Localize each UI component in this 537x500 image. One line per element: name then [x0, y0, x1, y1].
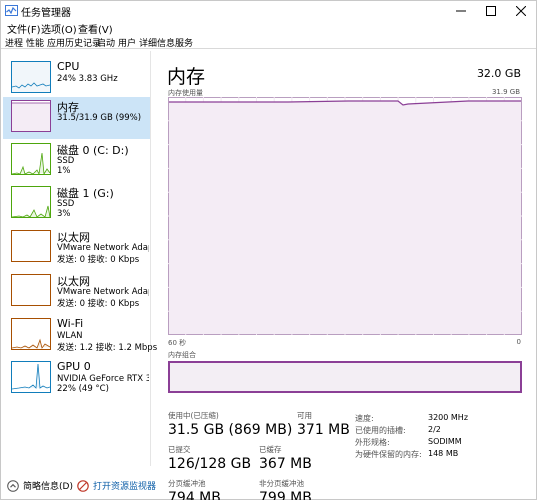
cpu-thumbnail-graph	[11, 61, 51, 93]
fewer-details-label: 简略信息(D)	[23, 482, 73, 492]
sidebar-item-disk0[interactable]: 磁盘 0 (C: D:) SSD 1%	[3, 140, 150, 182]
sidebar-item-detail: SSD	[57, 199, 75, 209]
sidebar-item-wifi[interactable]: Wi-Fi WLAN 发送: 1.2 接收: 1.2 Mbps	[3, 315, 157, 357]
stat-value: 31.5 GB (869 MB)	[168, 422, 293, 438]
sidebar-item-usage: 发送: 0 接收: 0 Kbps	[57, 299, 140, 309]
detail-value: 148 MB	[428, 449, 459, 458]
sidebar-item-ethernet-1[interactable]: 以太网 VMware Network Adap... 发送: 0 接收: 0 K…	[3, 227, 150, 269]
detail-label: 速度:	[355, 414, 374, 423]
task-manager-icon	[5, 5, 18, 16]
sidebar-item-name: Wi-Fi	[57, 317, 84, 330]
sidebar-item-memory[interactable]: 内存 31.5/31.9 GB (99%)	[3, 97, 150, 139]
resource-monitor-icon	[77, 479, 89, 492]
footer-bar: 简略信息(D) 打开资源监视器	[1, 473, 536, 497]
detail-value: SODIMM	[428, 437, 462, 446]
resource-sidebar: CPU 24% 3.83 GHz 内存 31.5/31.9 GB (99%) 磁…	[1, 51, 157, 466]
sidebar-item-name: CPU	[57, 60, 80, 73]
sidebar-item-ethernet-2[interactable]: 以太网 VMware Network Adap... 发送: 0 接收: 0 K…	[3, 271, 150, 313]
sidebar-item-detail: SSD	[57, 156, 75, 166]
detail-label: 已使用的插槽:	[355, 426, 406, 435]
sidebar-item-usage: 发送: 0 接收: 0 Kbps	[57, 255, 140, 265]
page-title: 内存	[167, 66, 206, 88]
stat-label: 已缓存	[259, 445, 282, 454]
stat-value: 367 MB	[259, 456, 312, 472]
usage-chart-max: 31.9 GB	[491, 88, 520, 96]
close-icon	[516, 6, 526, 16]
sidebar-item-name: GPU 0	[57, 360, 91, 373]
gpu-thumbnail-graph	[11, 361, 51, 393]
window-title: 任务管理器	[21, 8, 71, 19]
sidebar-item-detail: VMware Network Adap...	[57, 243, 149, 253]
detail-value: 2/2	[428, 425, 441, 434]
memory-usage-area	[169, 101, 521, 334]
sidebar-item-detail: 24% 3.83 GHz	[57, 74, 118, 84]
sidebar-item-usage: 22% (49 °C)	[57, 384, 109, 394]
tab-startup[interactable]: 启动	[97, 36, 115, 49]
stat-label: 可用	[297, 411, 312, 420]
chevron-up-icon	[7, 479, 19, 492]
stat-available: 可用 371 MB	[297, 410, 350, 438]
detail-value: 3200 MHz	[428, 413, 469, 422]
sidebar-item-detail: 31.5/31.9 GB (99%)	[57, 113, 142, 123]
sidebar-item-detail: NVIDIA GeForce RTX 30...	[57, 374, 149, 384]
memory-thumbnail-graph	[11, 100, 51, 132]
wifi-thumbnail-graph	[11, 318, 51, 350]
close-button[interactable]	[503, 1, 537, 21]
stat-label: 已提交	[168, 445, 191, 454]
maximize-icon	[486, 6, 496, 16]
composition-label: 内存组合	[168, 351, 196, 359]
memory-detail-panel: 内存 32.0 GB 内存使用量 31.9 GB 60 秒 0 内存组合 使用中…	[151, 51, 536, 500]
stat-value: 371 MB	[297, 422, 350, 438]
sidebar-item-usage: 1%	[57, 166, 71, 176]
tab-details[interactable]: 详细信息	[139, 36, 175, 49]
title-bar: 任务管理器	[1, 1, 536, 21]
detail-label: 为硬件保留的内存:	[355, 450, 422, 459]
sidebar-item-cpu[interactable]: CPU 24% 3.83 GHz	[3, 58, 150, 100]
tab-users[interactable]: 用户	[118, 36, 136, 49]
total-memory: 32.0 GB	[476, 67, 521, 80]
chart-axis-right-label: 0	[516, 338, 521, 346]
detail-label: 外形规格:	[355, 438, 390, 447]
sidebar-item-detail: VMware Network Adap...	[57, 287, 149, 297]
sidebar-item-detail: WLAN	[57, 331, 83, 341]
sidebar-item-disk1[interactable]: 磁盘 1 (G:) SSD 3%	[3, 183, 150, 225]
menu-options[interactable]: 选项(O)	[41, 21, 77, 36]
sidebar-item-usage: 3%	[57, 209, 71, 219]
stat-committed: 已提交 126/128 GB	[168, 444, 251, 472]
tab-processes[interactable]: 进程	[5, 36, 23, 49]
menu-file[interactable]: 文件(F)	[7, 21, 41, 36]
ethernet2-thumbnail-graph	[11, 274, 51, 306]
task-manager-window: 任务管理器 文件(F) 选项(O) 查看(V) 进程 性能 应用历史记录 启动 …	[0, 0, 537, 500]
memory-usage-chart	[168, 97, 522, 335]
disk1-thumbnail-graph	[11, 186, 51, 218]
menu-view[interactable]: 查看(V)	[78, 21, 113, 36]
stat-cached: 已缓存 367 MB	[259, 444, 312, 472]
disk0-thumbnail-graph	[11, 143, 51, 175]
tab-services[interactable]: 服务	[175, 36, 193, 49]
fewer-details-button[interactable]: 简略信息(D)	[7, 479, 73, 492]
minimize-icon	[456, 10, 466, 12]
tab-app-history[interactable]: 应用历史记录	[47, 36, 101, 49]
tab-bar: 进程 性能 应用历史记录 启动 用户 详细信息 服务	[1, 35, 536, 49]
open-resource-monitor-link[interactable]: 打开资源监视器	[77, 479, 156, 492]
stat-label: 使用中(已压缩)	[168, 411, 219, 420]
memory-composition-bar[interactable]	[168, 361, 522, 393]
ethernet1-thumbnail-graph	[11, 230, 51, 262]
stat-value: 126/128 GB	[168, 456, 252, 472]
sidebar-item-gpu[interactable]: GPU 0 NVIDIA GeForce RTX 30... 22% (49 °…	[3, 358, 150, 400]
chart-axis-left-label: 60 秒	[168, 339, 187, 347]
tab-performance[interactable]: 性能	[26, 36, 44, 49]
stat-in-use: 使用中(已压缩) 31.5 GB (869 MB)	[168, 410, 292, 438]
open-resource-monitor-label: 打开资源监视器	[93, 482, 157, 492]
sidebar-item-usage: 发送: 1.2 接收: 1.2 Mbps	[57, 343, 158, 353]
